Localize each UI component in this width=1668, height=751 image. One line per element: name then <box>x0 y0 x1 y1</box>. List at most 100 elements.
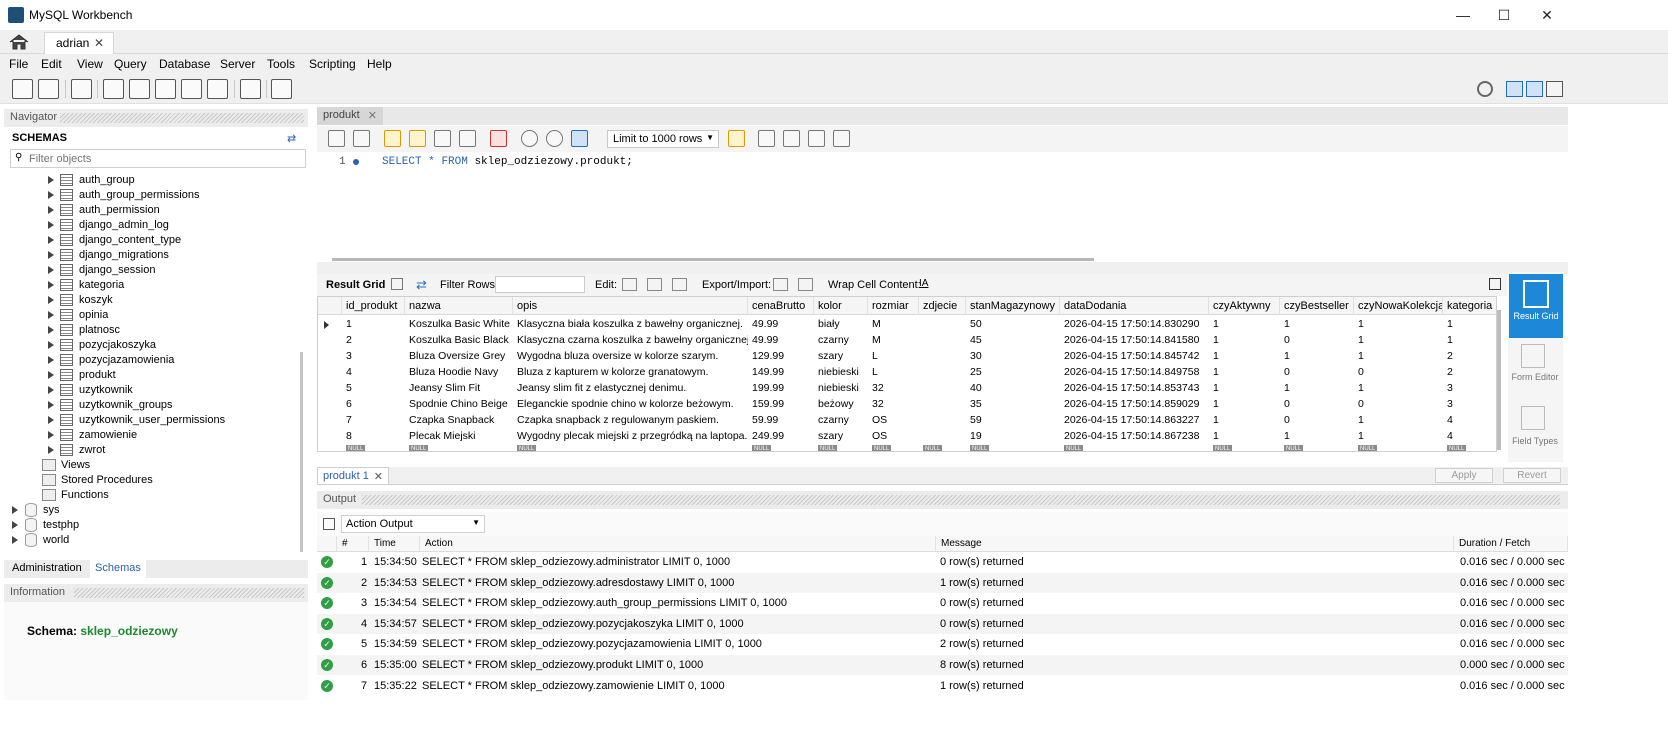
create-table-icon[interactable] <box>129 79 150 99</box>
grid-cell[interactable]: 2026-04-15 17:50:14.845742 <box>1060 348 1209 364</box>
grid-cell[interactable]: 2026-04-15 17:50:14.841580 <box>1060 332 1209 348</box>
wrap-cell-icon[interactable]: IA <box>919 278 928 289</box>
sql-editor[interactable]: 1 SELECT * FROM sklep_odziezowy.produkt; <box>317 152 1568 256</box>
field-types-icon[interactable] <box>1521 406 1545 430</box>
grid-cell[interactable]: 1 <box>1280 316 1354 332</box>
search-table-data-icon[interactable] <box>240 79 261 99</box>
expand-arrow-icon[interactable] <box>48 356 54 364</box>
commit-icon[interactable] <box>521 130 538 147</box>
beautify-icon[interactable] <box>758 130 775 147</box>
grid-cell[interactable]: Klasyczna biała koszulka z bawełny organ… <box>513 316 748 332</box>
grid-cell[interactable]: OS <box>868 428 919 444</box>
export-icon[interactable] <box>773 278 788 291</box>
grid-cell[interactable]: Bluza Hoodie Navy <box>405 364 513 380</box>
navigator-scrollbar[interactable] <box>300 352 303 552</box>
output-column-header[interactable]: # <box>337 536 369 552</box>
grid-cell[interactable]: 1 <box>1354 316 1443 332</box>
grid-cell[interactable]: L <box>868 348 919 364</box>
grid-cell[interactable]: 5 <box>342 380 405 396</box>
grid-cell[interactable]: 45 <box>966 332 1060 348</box>
expand-arrow-icon[interactable] <box>48 191 54 199</box>
stop-icon[interactable] <box>459 130 476 147</box>
grid-cell[interactable] <box>919 428 966 444</box>
grid-cell[interactable]: szary <box>814 428 868 444</box>
grid-cell[interactable]: 4 <box>342 364 405 380</box>
tree-table-item[interactable]: auth_permission <box>4 203 294 218</box>
close-window-button[interactable]: ✕ <box>1524 0 1570 30</box>
grid-layout-icon[interactable] <box>391 278 403 290</box>
toggle-output-icon[interactable] <box>1526 81 1543 97</box>
grid-column-header[interactable]: id_produkt <box>342 297 405 315</box>
grid-cell[interactable]: 0 <box>1280 364 1354 380</box>
grid-cell[interactable]: Jeansy Slim Fit <box>405 380 513 396</box>
apply-button[interactable]: Apply <box>1435 468 1493 483</box>
grid-column-header[interactable]: stanMagazynowy <box>966 297 1060 315</box>
grid-cell[interactable]: 1 <box>1443 332 1496 348</box>
grid-cell[interactable]: 49.99 <box>748 316 814 332</box>
toggle-secondary-sidebar-icon[interactable] <box>1546 81 1563 97</box>
grid-cell[interactable] <box>919 316 966 332</box>
menu-tools[interactable]: Tools <box>267 57 295 71</box>
output-row[interactable]: ✓ 1 15:34:50 SELECT * FROM sklep_odziezowy.… <box>317 552 1568 572</box>
grid-cell[interactable]: niebieski <box>814 364 868 380</box>
tree-schema-item[interactable]: world <box>4 533 294 548</box>
tree-table-item[interactable]: kategoria <box>4 278 294 293</box>
grid-cell[interactable]: OS <box>868 412 919 428</box>
grid-cell[interactable]: Koszulka Basic Black <box>405 332 513 348</box>
connection-tab[interactable]: adrian ✕ <box>44 32 114 54</box>
grid-cell[interactable]: 159.99 <box>748 396 814 412</box>
expand-arrow-icon[interactable] <box>48 416 54 424</box>
grid-cell[interactable]: 4 <box>1443 428 1496 444</box>
insert-row-icon[interactable] <box>647 278 662 291</box>
grid-cell[interactable]: 1 <box>1443 316 1496 332</box>
execute-current-icon[interactable] <box>409 130 426 147</box>
grid-cell[interactable]: Czapka Snapback <box>405 412 513 428</box>
output-column-header[interactable]: Time <box>369 536 420 552</box>
grid-column-header[interactable]: cenaBrutto <box>748 297 814 315</box>
grid-column-header[interactable]: rozmiar <box>868 297 919 315</box>
grid-cell[interactable]: Czapka snapback z regulowanym paskiem. <box>513 412 748 428</box>
tree-table-item[interactable]: auth_group <box>4 173 294 188</box>
toggle-sidebar-icon[interactable] <box>1506 81 1523 97</box>
grid-cell[interactable]: 25 <box>966 364 1060 380</box>
result-tab[interactable]: produkt 1 ✕ <box>317 467 389 485</box>
grid-cell[interactable]: 49.99 <box>748 332 814 348</box>
filter-rows-input[interactable] <box>495 276 585 293</box>
grid-cell[interactable]: 199.99 <box>748 380 814 396</box>
tree-folder-item[interactable]: Stored Procedures <box>4 473 294 488</box>
invisible-chars-icon[interactable] <box>808 130 825 147</box>
tree-table-item[interactable]: koszyk <box>4 293 294 308</box>
grid-cell[interactable]: 3 <box>342 348 405 364</box>
grid-column-header[interactable]: kategoria <box>1443 297 1496 315</box>
grid-cell[interactable]: 2026-04-15 17:50:14.853743 <box>1060 380 1209 396</box>
tab-schemas[interactable]: Schemas <box>90 560 146 578</box>
grid-cell[interactable]: Eleganckie spodnie chino w kolorze beżow… <box>513 396 748 412</box>
expand-arrow-icon[interactable] <box>48 401 54 409</box>
grid-cell[interactable]: Spodnie Chino Beige <box>405 396 513 412</box>
result-grid-side-button[interactable]: Result Grid <box>1509 274 1563 338</box>
grid-cell[interactable]: M <box>868 332 919 348</box>
grid-cell[interactable]: 2 <box>1443 364 1496 380</box>
open-sql-script-icon[interactable] <box>38 79 59 99</box>
execute-icon[interactable] <box>384 130 401 147</box>
maximize-button[interactable]: ☐ <box>1481 0 1527 30</box>
create-schema-icon[interactable] <box>103 79 124 99</box>
tree-table-item[interactable]: opinia <box>4 308 294 323</box>
grid-cell[interactable]: 129.99 <box>748 348 814 364</box>
output-row[interactable]: ✓ 6 15:35:00 SELECT * FROM sklep_odziezowy.… <box>317 655 1568 675</box>
grid-cell[interactable]: M <box>868 316 919 332</box>
expand-arrow-icon[interactable] <box>48 341 54 349</box>
grid-cell[interactable]: 2026-04-15 17:50:14.830290 <box>1060 316 1209 332</box>
grid-cell[interactable]: Wygodny plecak miejski z przegródką na l… <box>513 428 748 444</box>
inspector-icon[interactable] <box>71 79 92 99</box>
explain-icon[interactable] <box>434 130 451 147</box>
grid-cell[interactable]: Bluza z kapturem w kolorze granatowym. <box>513 364 748 380</box>
expand-arrow-icon[interactable] <box>48 266 54 274</box>
menu-scripting[interactable]: Scripting <box>309 57 356 71</box>
limit-rows-select[interactable]: Limit to 1000 rows ▼ <box>607 130 719 148</box>
grid-column-header[interactable]: czyAktywny <box>1209 297 1280 315</box>
editor-bottom-splitter[interactable] <box>317 262 1568 274</box>
tree-table-item[interactable]: produkt <box>4 368 294 383</box>
open-file-icon[interactable] <box>328 130 345 147</box>
expand-arrow-icon[interactable] <box>48 296 54 304</box>
